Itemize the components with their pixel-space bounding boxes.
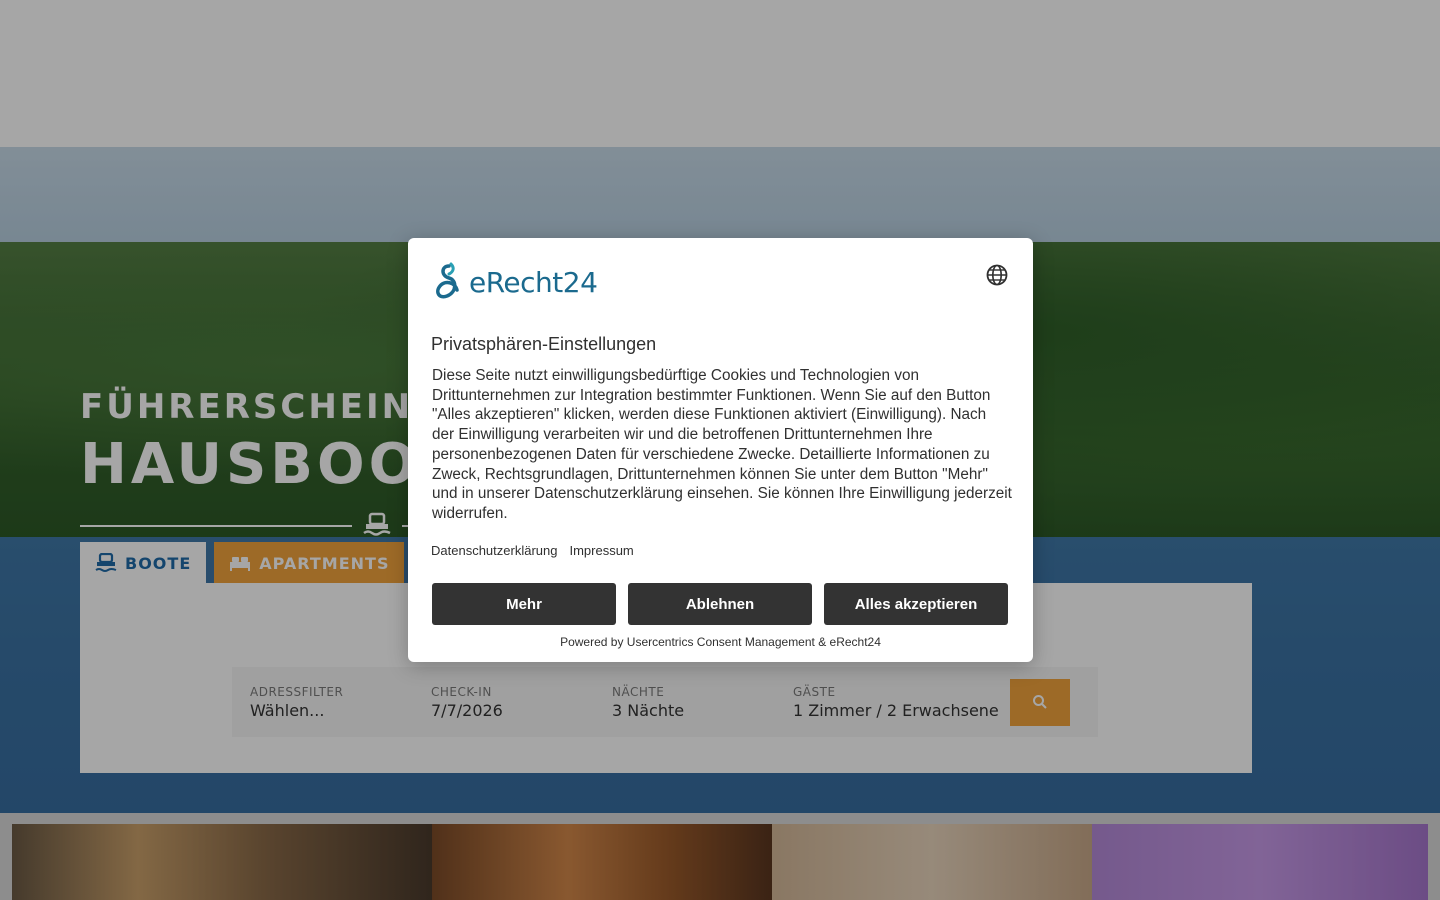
powered-by-text: Powered by Usercentrics Consent Manageme… <box>560 635 881 649</box>
consent-links: Datenschutzerklärung Impressum <box>431 543 634 558</box>
consent-dialog: eRecht24 Privatsphären-Einstellungen Die… <box>408 238 1033 662</box>
erecht24-logo-mark <box>436 262 459 299</box>
decline-button[interactable]: Ablehnen <box>628 583 812 625</box>
globe-icon[interactable] <box>985 263 1009 287</box>
consent-buttons: Mehr Ablehnen Alles akzeptieren <box>432 583 1008 625</box>
more-button[interactable]: Mehr <box>432 583 616 625</box>
imprint-link[interactable]: Impressum <box>569 543 633 558</box>
privacy-policy-link[interactable]: Datenschutzerklärung <box>431 543 557 558</box>
accept-all-button[interactable]: Alles akzeptieren <box>824 583 1008 625</box>
erecht24-logo-text: eRecht24 <box>469 265 598 299</box>
erecht24-logo: eRecht24 <box>431 262 598 302</box>
consent-description: Diese Seite nutzt einwilligungsbedürftig… <box>432 367 1012 522</box>
consent-title: Privatsphären-Einstellungen <box>431 334 657 354</box>
